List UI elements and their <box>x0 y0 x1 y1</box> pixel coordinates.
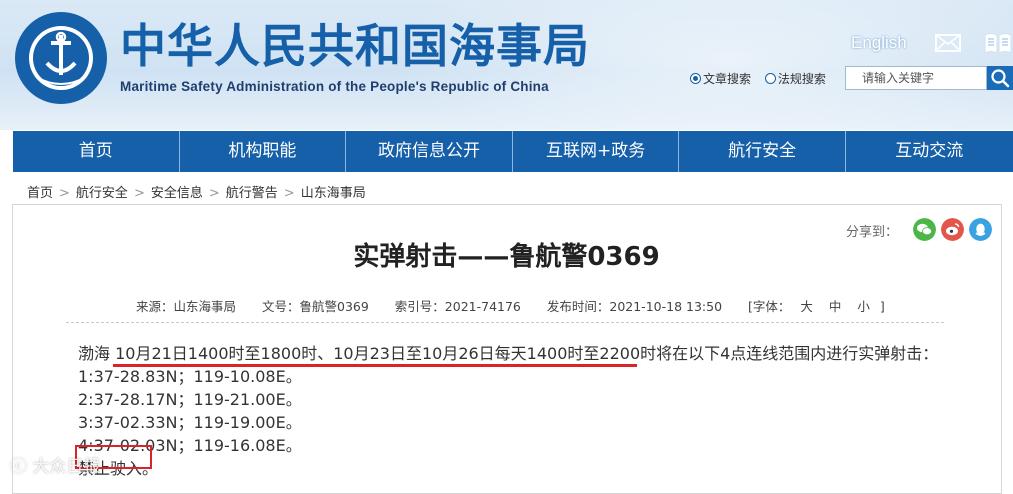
article-line-prohibition: 禁止驶入。 <box>78 459 159 478</box>
search-button[interactable] <box>987 66 1013 90</box>
breadcrumb-shandong-msa[interactable]: 山东海事局 <box>301 186 366 201</box>
highlight-underline <box>113 364 637 367</box>
radio-article-label: 文章搜索 <box>703 72 752 86</box>
breadcrumb-separator: > <box>59 186 70 201</box>
search-input[interactable] <box>845 66 987 90</box>
watermark-icon: ⓒ <box>10 457 33 477</box>
breadcrumb-nav-warning[interactable]: 航行警告 <box>226 186 278 201</box>
nav-navigation-safety[interactable]: 航行安全 <box>679 131 846 172</box>
font-size-close: ] <box>879 299 885 314</box>
meta-divider <box>66 322 944 323</box>
breadcrumb-separator: > <box>283 186 295 201</box>
site-header: 中华人民共和国海事局 Maritime Safety Administratio… <box>0 0 1013 130</box>
article-line-intro: 渤海 10月21日1400时至1800时、10月23日至10月26日每天1400… <box>78 344 939 363</box>
main-nav: 首页 机构职能 政府信息公开 互联网+政务 航行安全 互动交流 <box>13 131 1013 172</box>
radio-regulation-label: 法规搜索 <box>777 72 826 86</box>
article-line-point-1: 1:37-28.83N；119-10.08E。 <box>78 367 302 386</box>
radio-article-search[interactable]: 文章搜索 <box>690 70 751 87</box>
font-size-large[interactable]: 大 <box>800 299 813 314</box>
article-line-point-2: 2:37-28.17N；119-21.00E。 <box>78 390 302 409</box>
book-icon[interactable] <box>983 31 1013 55</box>
font-size-medium[interactable]: 中 <box>829 299 842 314</box>
article-meta: 来源：山东海事局 文号：鲁航警0369 索引号：2021-74176 发布时间：… <box>136 296 885 315</box>
meta-index-number: 索引号：2021-74176 <box>394 299 521 314</box>
nav-home[interactable]: 首页 <box>13 131 180 172</box>
nav-functions[interactable]: 机构职能 <box>180 131 347 172</box>
meta-doc-number: 文号：鲁航警0369 <box>262 299 369 314</box>
breadcrumb-separator: > <box>208 186 220 201</box>
font-size-label: [字体： <box>748 299 791 314</box>
article-body: 渤海 10月21日1400时至1800时、10月23日至10月26日每天1400… <box>78 342 938 480</box>
meta-publish-time: 发布时间：2021-10-18 13:50 <box>546 299 723 314</box>
watermark-text: 大众日报 <box>32 457 101 477</box>
english-link[interactable]: English <box>851 33 907 53</box>
china-msa-logo[interactable] <box>14 11 108 105</box>
breadcrumb-home[interactable]: 首页 <box>27 186 53 201</box>
article-line-point-3: 3:37-02.33N；119-19.00E。 <box>78 413 302 432</box>
mail-icon[interactable] <box>935 34 961 52</box>
article-line-point-4: 4:37-02.03N；119-16.08E。 <box>78 436 302 455</box>
site-subtitle: Maritime Safety Administration of the Pe… <box>120 79 549 94</box>
search-type-group: 文章搜索 法规搜索 <box>690 70 836 87</box>
radio-regulation-search[interactable]: 法规搜索 <box>764 70 826 87</box>
breadcrumb-safety-info[interactable]: 安全信息 <box>151 186 203 201</box>
nav-interaction[interactable]: 互动交流 <box>846 131 1013 172</box>
font-size-small[interactable]: 小 <box>857 299 870 314</box>
breadcrumb-navigation-safety[interactable]: 航行安全 <box>76 186 128 201</box>
nav-gov-info[interactable]: 政府信息公开 <box>346 131 513 172</box>
watermark: ⓒ 大众日报 <box>10 452 100 477</box>
nav-internet-gov[interactable]: 互联网+政务 <box>513 131 680 172</box>
radio-dot-icon <box>764 73 776 84</box>
article-title: 实弹射击——鲁航警0369 <box>353 242 660 272</box>
breadcrumb-separator: > <box>133 186 145 201</box>
radio-dot-checked-icon <box>690 73 701 84</box>
meta-source: 来源：山东海事局 <box>136 299 237 314</box>
breadcrumb: 首页 > 航行安全 > 安全信息 > 航行警告 > 山东海事局 <box>27 182 366 201</box>
search-icon <box>991 69 1010 88</box>
site-title: 中华人民共和国海事局 <box>120 19 590 73</box>
